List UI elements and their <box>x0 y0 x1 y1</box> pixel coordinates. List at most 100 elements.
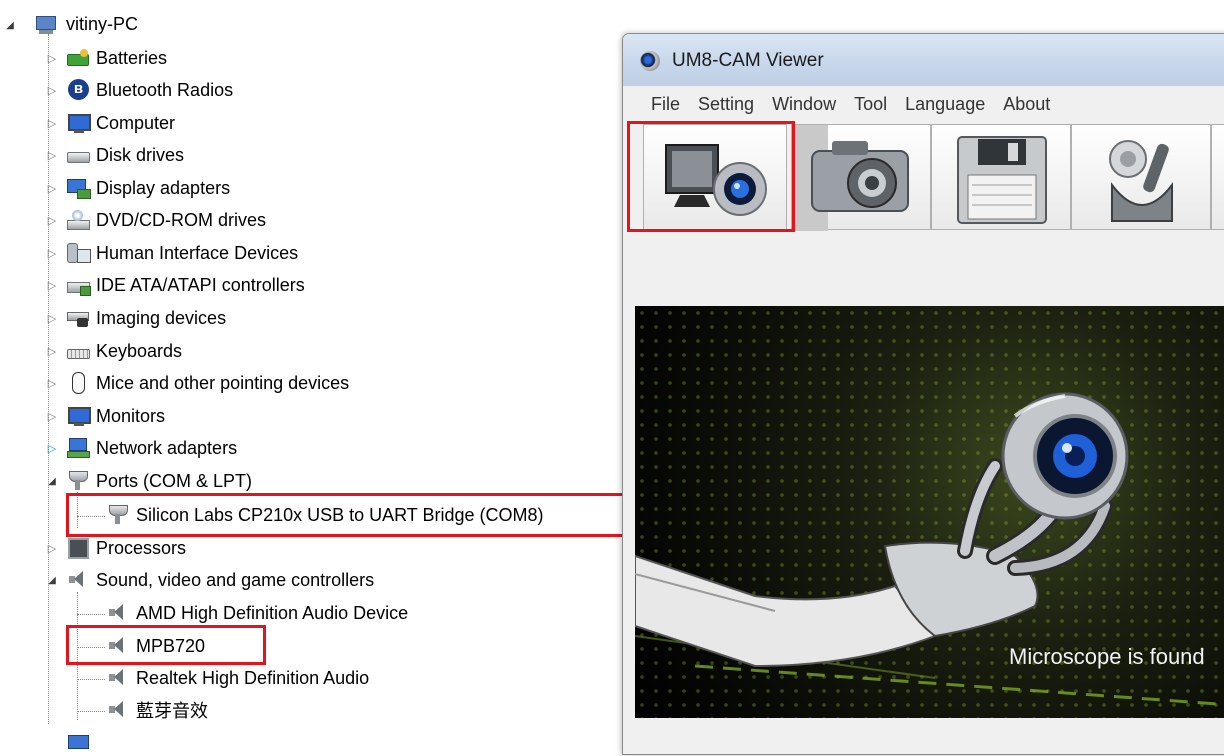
tree-item-display-adapters[interactable]: ▷ Display adapters <box>46 173 230 203</box>
tree-item-bluetooth-radios[interactable]: ▷ Bluetooth Radios <box>46 75 233 105</box>
tree-item-imaging-devices[interactable]: ▷ Imaging devices <box>46 303 226 333</box>
expand-arrow-icon[interactable]: ▷ <box>46 442 58 455</box>
speaker-icon <box>106 698 130 722</box>
camera-preview: Microscope is found <box>635 306 1224 718</box>
app-camera-icon <box>640 51 660 71</box>
disk-drive-icon <box>66 143 90 167</box>
expand-arrow-icon[interactable]: ▷ <box>46 410 58 423</box>
tree-item-label: Processors <box>96 537 187 558</box>
dvd-drive-icon <box>66 208 90 232</box>
computer-icon <box>66 111 91 135</box>
device-manager-tree: ◢ vitiny-PC ▷ Batteries ▷ Bluetooth Radi… <box>0 0 640 749</box>
speaker-icon <box>66 568 90 592</box>
tree-item-ide-controllers[interactable]: ▷ IDE ATA/ATAPI controllers <box>46 270 305 300</box>
tree-item-label: Computer <box>96 112 176 133</box>
toolbar-button-partial[interactable] <box>1211 124 1224 230</box>
tree-item-keyboards[interactable]: ▷ Keyboards <box>46 336 182 366</box>
capture-photo-button[interactable] <box>791 124 931 231</box>
tree-item-label: DVD/CD-ROM drives <box>96 209 267 230</box>
menu-tool[interactable]: Tool <box>854 94 887 115</box>
expand-arrow-icon[interactable]: ▷ <box>46 149 58 162</box>
tools-button[interactable] <box>1071 124 1211 230</box>
tree-item-label: Monitors <box>96 405 166 426</box>
port-icon <box>106 503 130 527</box>
tree-item-label: Batteries <box>96 47 168 68</box>
tree-item-hid[interactable]: ▷ Human Interface Devices <box>46 238 298 268</box>
menu-setting[interactable]: Setting <box>698 94 754 115</box>
expand-arrow-icon[interactable]: ▷ <box>46 117 58 130</box>
info-area <box>623 234 1224 306</box>
tree-item-ports[interactable]: ◢ Ports (COM & LPT) <box>46 466 252 496</box>
save-button[interactable] <box>931 124 1071 230</box>
expand-arrow-icon[interactable]: ▷ <box>46 84 58 97</box>
menu-file[interactable]: File <box>651 94 680 115</box>
mouse-icon <box>66 371 90 395</box>
menu-window[interactable]: Window <box>772 94 836 115</box>
window-titlebar[interactable]: UM8-CAM Viewer <box>623 34 1224 86</box>
tree-item-label: Ports (COM & LPT) <box>96 470 253 491</box>
tree-item-label: Network adapters <box>96 437 238 458</box>
connect-camera-button[interactable] <box>643 124 787 230</box>
collapse-arrow-icon[interactable]: ◢ <box>46 475 58 487</box>
tree-connector-line <box>77 492 78 528</box>
tree-item-cp210x[interactable]: Silicon Labs CP210x USB to UART Bridge (… <box>106 500 544 530</box>
tree-item-label: AMD High Definition Audio Device <box>136 602 409 623</box>
expand-arrow-icon[interactable]: ▷ <box>46 542 58 555</box>
camera-icon <box>792 125 909 231</box>
tree-item-label: MPB720 <box>136 635 206 656</box>
tree-item-label: Disk drives <box>96 144 185 165</box>
menu-bar: File Setting Window Tool Language About <box>623 86 1224 123</box>
tree-item-label: Keyboards <box>96 340 183 361</box>
network-adapter-icon <box>66 436 90 460</box>
tree-item-sound[interactable]: ◢ Sound, video and game controllers <box>46 565 374 595</box>
tree-item-realtek-audio[interactable]: Realtek High Definition Audio <box>106 663 369 693</box>
expand-arrow-icon[interactable]: ▷ <box>46 279 58 292</box>
tree-item-label: Sound, video and game controllers <box>96 569 375 590</box>
tree-item-label: IDE ATA/ATAPI controllers <box>96 274 305 295</box>
menu-language[interactable]: Language <box>905 94 985 115</box>
imaging-device-icon <box>66 306 90 330</box>
tree-item-monitors[interactable]: ▷ Monitors <box>46 401 165 431</box>
status-message: Microscope is found <box>1009 644 1205 669</box>
tree-item-disk-drives[interactable]: ▷ Disk drives <box>46 140 184 170</box>
expand-arrow-icon[interactable]: ▷ <box>46 345 58 358</box>
viewer-window: UM8-CAM Viewer File Setting Window Tool … <box>622 33 1224 755</box>
monitor-icon <box>66 404 91 428</box>
collapse-arrow-icon[interactable]: ◢ <box>46 574 58 586</box>
expand-arrow-icon[interactable]: ▷ <box>46 377 58 390</box>
menu-about[interactable]: About <box>1003 94 1050 115</box>
expand-arrow-icon[interactable]: ▷ <box>46 52 58 65</box>
expand-arrow-icon[interactable]: ▷ <box>46 182 58 195</box>
tree-item-processors[interactable]: ▷ Processors <box>46 533 186 563</box>
tree-item-mice[interactable]: ▷ Mice and other pointing devices <box>46 368 349 398</box>
port-icon <box>66 469 90 493</box>
tree-item-label: Silicon Labs CP210x USB to UART Bridge (… <box>136 504 544 525</box>
tools-icon <box>1109 140 1173 222</box>
expand-arrow-icon[interactable]: ▷ <box>46 247 58 260</box>
tree-item-bluetooth-audio[interactable]: 藍芽音效 <box>106 695 208 725</box>
tree-item-label: Mice and other pointing devices <box>96 372 350 393</box>
toolbar <box>623 122 1224 234</box>
speaker-icon <box>106 601 130 625</box>
tree-item-label: Bluetooth Radios <box>96 79 234 100</box>
floppy-disk-icon <box>957 136 1047 224</box>
tree-item-label: 藍芽音效 <box>136 701 208 721</box>
system-device-icon <box>66 729 90 753</box>
speaker-icon <box>106 634 130 658</box>
collapse-arrow-icon[interactable]: ◢ <box>4 19 16 31</box>
tree-item-label: Imaging devices <box>96 307 227 328</box>
tree-item-batteries[interactable]: ▷ Batteries <box>46 43 167 73</box>
expand-arrow-icon[interactable]: ▷ <box>46 214 58 227</box>
monitor-camera-icon <box>665 144 767 216</box>
computer-icon <box>34 13 58 37</box>
tree-item-amd-audio[interactable]: AMD High Definition Audio Device <box>106 598 408 628</box>
tree-item-mpb720[interactable]: MPB720 <box>106 631 205 661</box>
tree-item-computer[interactable]: ▷ Computer <box>46 108 175 138</box>
display-adapter-icon <box>66 176 91 200</box>
bluetooth-icon <box>66 78 90 102</box>
expand-arrow-icon[interactable]: ▷ <box>46 312 58 325</box>
hid-icon <box>66 241 91 265</box>
tree-item-dvd-drives[interactable]: ▷ DVD/CD-ROM drives <box>46 205 266 235</box>
tree-item-network-adapters[interactable]: ▷ Network adapters <box>46 433 237 463</box>
tree-item-system-devices-partial[interactable] <box>46 726 96 756</box>
